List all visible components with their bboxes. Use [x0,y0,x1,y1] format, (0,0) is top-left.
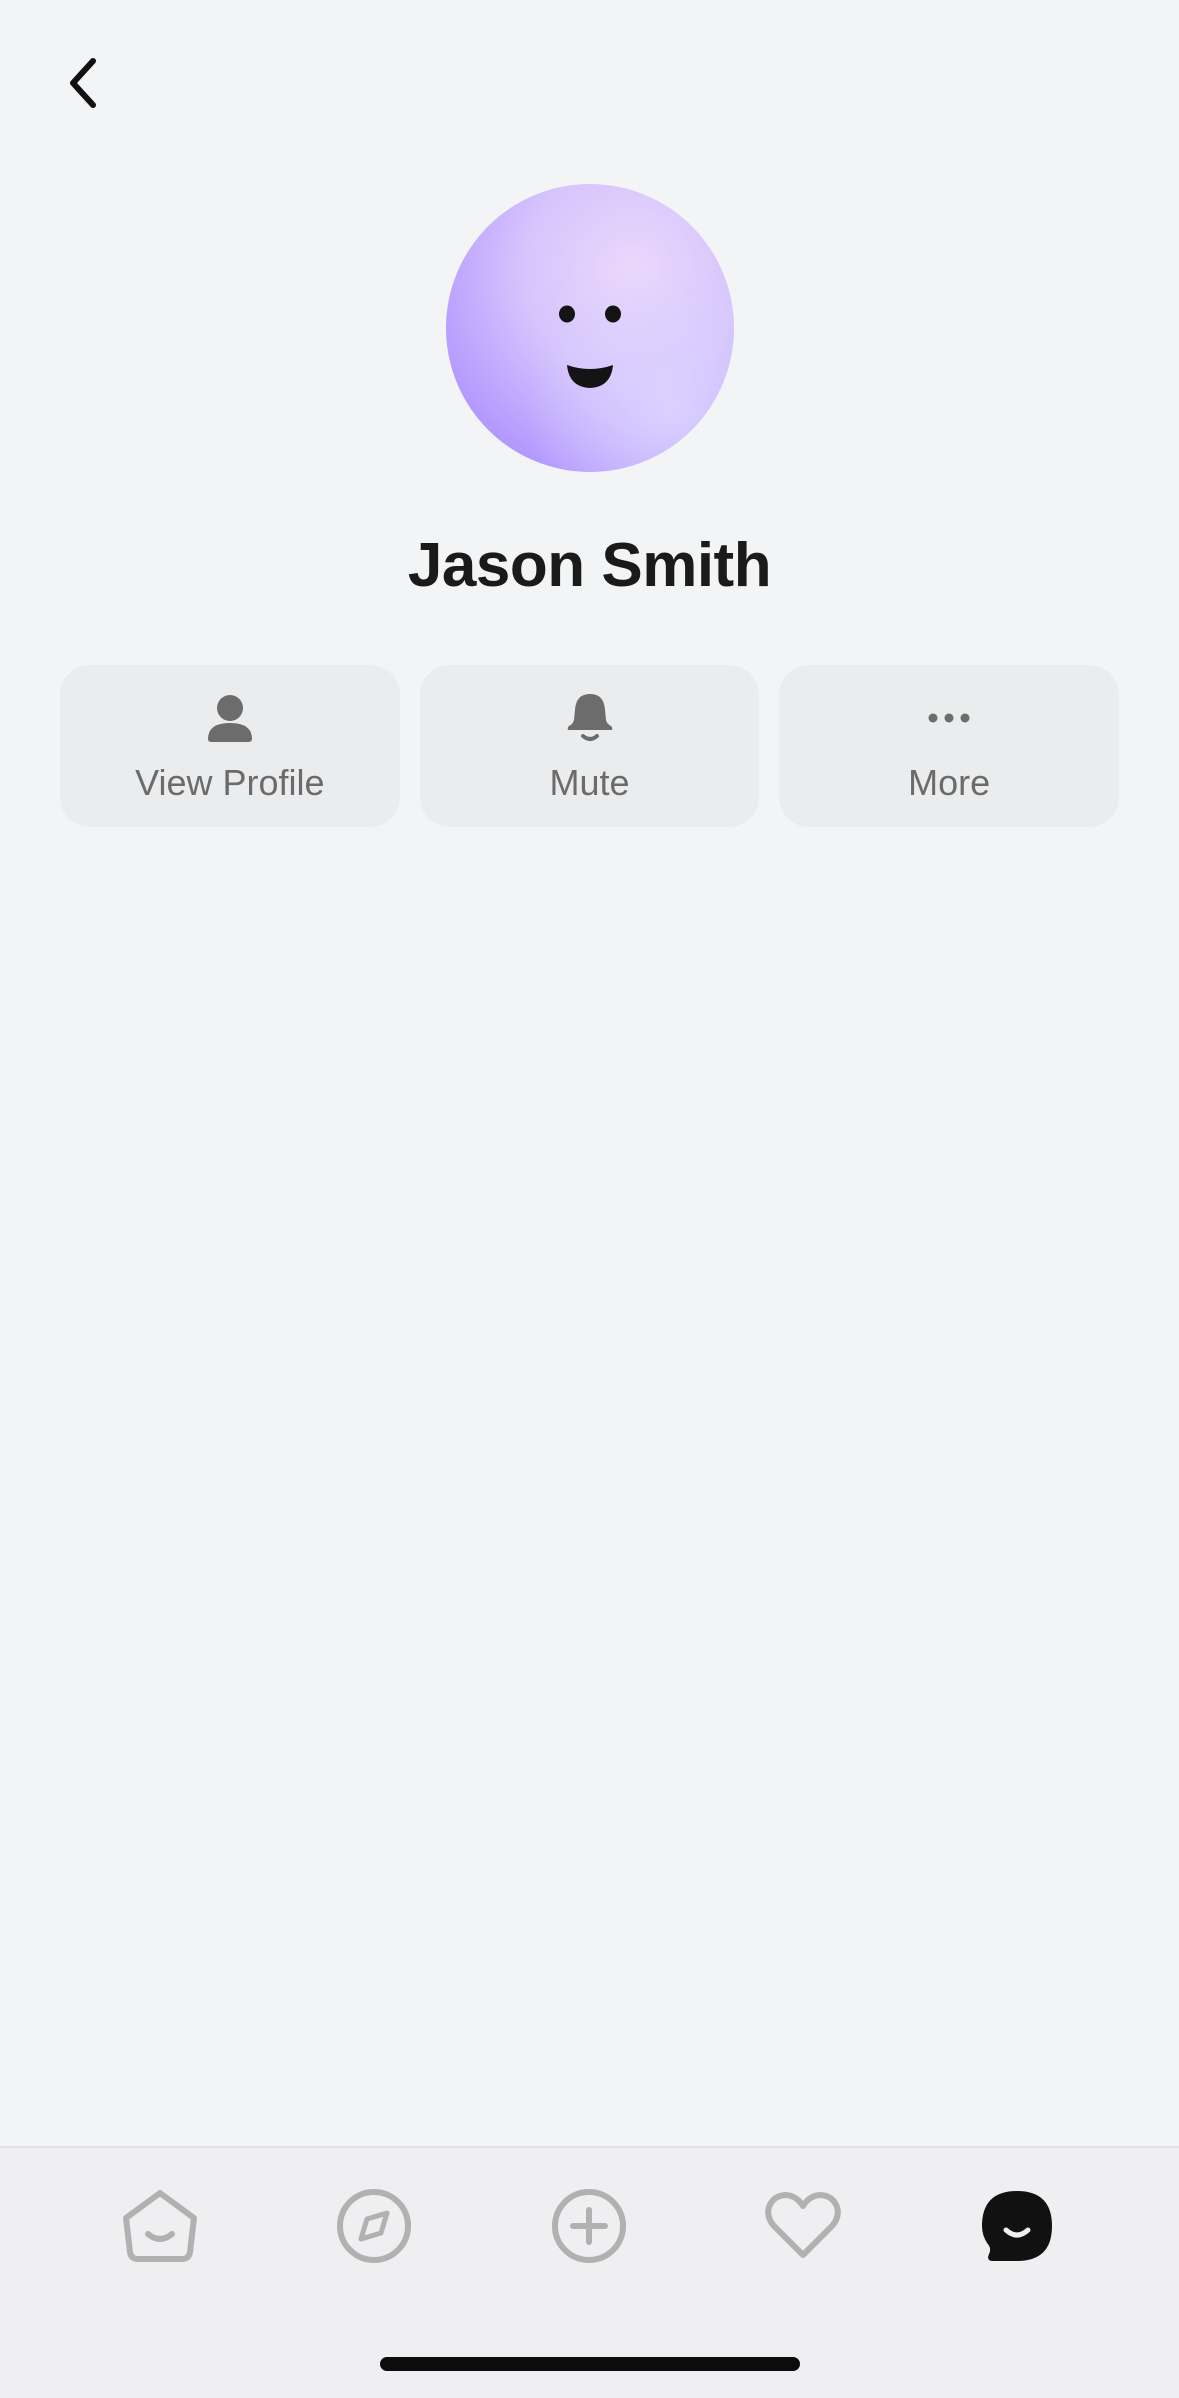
ellipsis-icon [928,713,970,723]
compass-icon [337,2189,411,2263]
bell-icon [567,694,612,741]
mute-label: Mute [549,762,630,803]
tab-create[interactable] [539,2176,639,2276]
profile-name: Jason Smith [407,531,772,600]
mute-button[interactable]: Mute [419,665,760,827]
view-profile-label: View Profile [135,762,325,803]
home-indicator [380,2357,800,2371]
heart-icon [765,2192,841,2258]
more-label: More [908,762,991,803]
tab-explore[interactable] [324,2176,424,2276]
action-row: View Profile Mute More [60,665,1120,827]
chevron-left-icon [70,58,96,108]
tab-messages[interactable] [967,2176,1067,2276]
avatar [445,183,735,473]
smiley-face-avatar [446,184,734,472]
person-icon [207,695,252,742]
chat-bubble-icon [982,2191,1052,2261]
home-icon [123,2190,197,2262]
plus-circle-icon [552,2189,626,2263]
tab-activity[interactable] [753,2176,853,2276]
back-button[interactable] [50,48,116,118]
tab-home[interactable] [110,2176,210,2276]
more-button[interactable]: More [779,665,1120,827]
view-profile-button[interactable]: View Profile [60,665,400,827]
